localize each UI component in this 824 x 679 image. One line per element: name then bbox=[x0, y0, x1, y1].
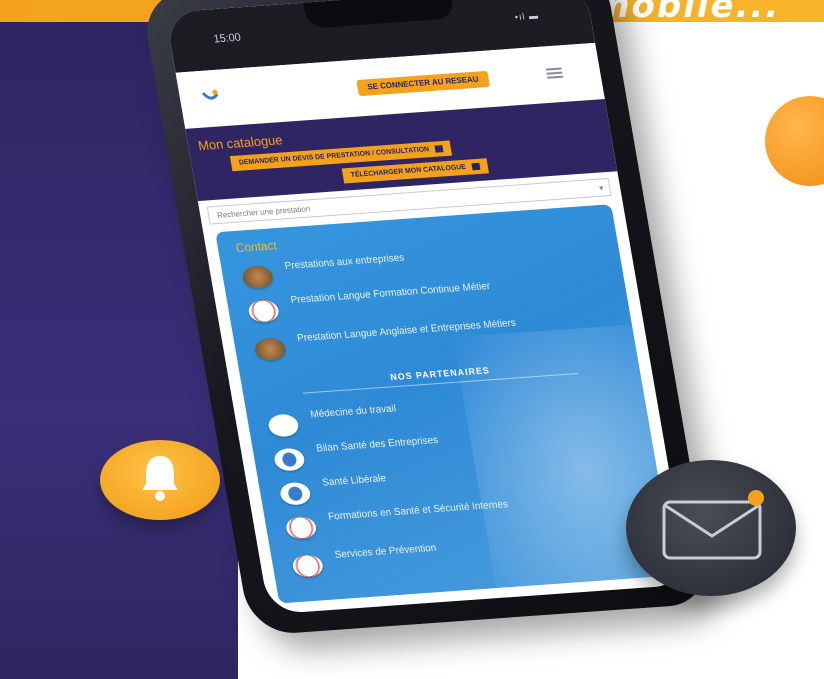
envelope-icon bbox=[662, 490, 764, 560]
chevron-down-icon[interactable]: ▾ bbox=[598, 179, 605, 197]
contact-thumbnail-icon bbox=[241, 264, 275, 290]
bell-icon bbox=[142, 456, 178, 501]
partner-logo-icon bbox=[284, 515, 318, 540]
partner-logo-icon bbox=[272, 447, 307, 472]
decorative-orange-circle bbox=[765, 96, 824, 186]
phone-notch bbox=[303, 0, 456, 29]
contact-title: Contact bbox=[234, 238, 278, 256]
download-catalog-label: TÉLÉCHARGER MON CATALOGUE bbox=[350, 163, 467, 179]
download-catalog-button[interactable]: TÉLÉCHARGER MON CATALOGUE bbox=[341, 158, 489, 184]
notification-dot-icon bbox=[748, 490, 764, 506]
connect-button[interactable]: SE CONNECTER AU RESEAU bbox=[356, 70, 490, 97]
status-time: 15:00 bbox=[212, 31, 242, 46]
folder-icon bbox=[434, 144, 444, 153]
contact-panel: Contact Prestations aux entreprises Pres… bbox=[215, 204, 676, 604]
contact-label: Prestations aux entreprises bbox=[283, 252, 406, 272]
catalog-title: Mon catalogue bbox=[196, 132, 284, 154]
signal-battery-icon: •ıl ▬ bbox=[513, 10, 540, 23]
mail-badge bbox=[626, 460, 796, 596]
partner-logo-icon bbox=[291, 553, 325, 579]
contact-logo-icon bbox=[247, 299, 281, 324]
search-placeholder: Rechercher une prestation bbox=[216, 204, 311, 220]
partner-logo-icon bbox=[278, 481, 312, 506]
app-logo-icon[interactable] bbox=[198, 88, 223, 112]
contact-thumbnail-icon bbox=[253, 337, 287, 362]
notification-bell-badge bbox=[100, 440, 220, 520]
hamburger-menu-icon[interactable] bbox=[545, 67, 564, 79]
partner-logo-icon bbox=[266, 413, 301, 438]
partner-label: Médecine du travail bbox=[309, 403, 397, 421]
folder-icon bbox=[471, 162, 481, 171]
